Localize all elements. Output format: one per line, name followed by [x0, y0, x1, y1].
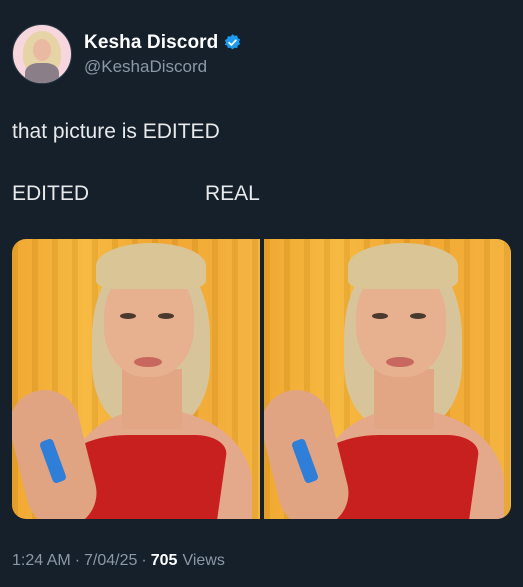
- photo-lips: [385, 357, 414, 367]
- display-name[interactable]: Kesha Discord: [84, 32, 218, 54]
- avatar-face: [33, 39, 51, 61]
- views-label: Views: [182, 552, 225, 569]
- photo-eye-right: [409, 313, 426, 319]
- meta-separator: ·: [74, 552, 81, 569]
- photo-hair-top: [347, 243, 458, 289]
- photo-eye-right: [158, 313, 174, 319]
- tweet-text: that picture is EDITED: [12, 120, 220, 143]
- photo-eye-left: [120, 313, 136, 319]
- photo-neck: [122, 369, 182, 429]
- name-row: Kesha Discord: [84, 32, 242, 54]
- tweet-meta: 1:24 AM · 7/04/25 · 705 Views: [12, 552, 225, 570]
- handle[interactable]: @KeshaDiscord: [84, 57, 242, 77]
- label-real: REAL: [205, 182, 260, 205]
- tweet-time[interactable]: 1:24 AM: [12, 552, 71, 570]
- photo-hair-top: [96, 243, 206, 289]
- views-count[interactable]: 705: [151, 552, 178, 570]
- tweet-date[interactable]: 7/04/25: [84, 552, 137, 570]
- verified-badge-icon: [223, 33, 242, 52]
- photo-lips: [134, 357, 162, 367]
- avatar-body: [25, 63, 59, 83]
- photo-neck: [373, 369, 434, 429]
- photo-edited[interactable]: [12, 239, 260, 519]
- author-info: Kesha Discord @KeshaDiscord: [84, 32, 242, 77]
- label-edited: EDITED: [12, 182, 90, 205]
- media-grid: [12, 239, 511, 519]
- meta-separator: ·: [141, 552, 147, 569]
- photo-eye-left: [371, 313, 388, 319]
- avatar[interactable]: [12, 24, 72, 84]
- photo-real[interactable]: [263, 239, 511, 519]
- tweet-header: Kesha Discord @KeshaDiscord: [12, 24, 242, 84]
